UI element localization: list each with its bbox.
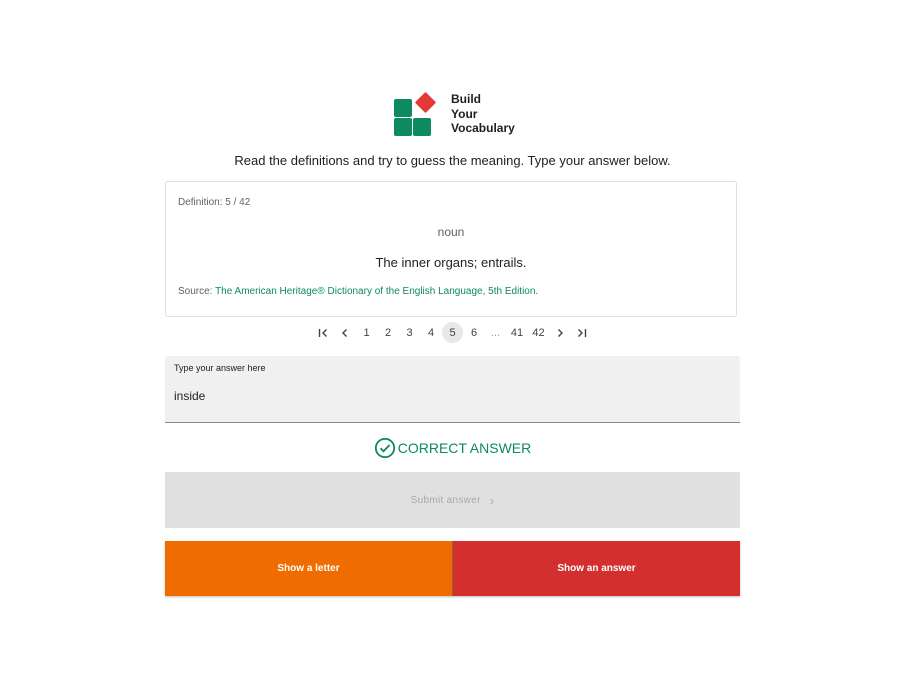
page-ellipsis: ... xyxy=(490,326,501,339)
brand-line-3: Vocabulary xyxy=(451,121,515,135)
part-of-speech: noun xyxy=(437,225,465,239)
show-letter-button[interactable]: Show a letter xyxy=(165,541,452,596)
brand-name: Build Your Vocabulary xyxy=(451,92,515,136)
definition-text: The inner organs; entrails. xyxy=(375,255,527,270)
answer-field[interactable]: Type your answer here inside xyxy=(165,356,740,423)
answer-input[interactable]: inside xyxy=(174,389,205,403)
hint-actions: Show a letter Show an answer xyxy=(165,541,740,596)
page-41[interactable]: 41 xyxy=(506,322,528,343)
page-3[interactable]: 3 xyxy=(399,322,421,343)
page-42[interactable]: 42 xyxy=(528,322,550,343)
definition-source: Source: The American Heritage® Dictionar… xyxy=(178,286,538,297)
page-6[interactable]: 6 xyxy=(463,322,485,343)
answer-label: Type your answer here xyxy=(174,363,266,373)
definition-counter: Definition: 5 / 42 xyxy=(178,197,251,208)
result-message: CORRECT ANSWER xyxy=(0,437,900,459)
page-2[interactable]: 2 xyxy=(377,322,399,343)
source-link[interactable]: The American Heritage® Dictionary of the… xyxy=(215,286,538,297)
brand-line-2: Your xyxy=(451,106,478,121)
show-answer-button[interactable]: Show an answer xyxy=(452,541,740,596)
submit-label: Submit answer xyxy=(410,494,481,506)
page-5-current[interactable]: 5 xyxy=(441,322,464,343)
brand-line-1: Build xyxy=(451,92,481,106)
logo-mark-icon xyxy=(393,91,437,136)
result-text: CORRECT ANSWER xyxy=(397,440,532,456)
instructions-text: Read the definitions and try to guess th… xyxy=(234,153,671,168)
chevron-right-icon: › xyxy=(489,492,495,508)
page-1[interactable]: 1 xyxy=(356,322,378,343)
first-page-icon[interactable] xyxy=(313,322,335,343)
check-circle-icon xyxy=(374,437,395,459)
submit-answer-button[interactable]: Submit answer › xyxy=(165,472,740,528)
definition-card: Definition: 5 / 42 noun The inner organs… xyxy=(165,181,737,317)
previous-page-icon[interactable] xyxy=(334,322,356,343)
brand-logo: Build Your Vocabulary xyxy=(393,91,515,136)
pagination: 1 2 3 4 5 6 ... 41 42 xyxy=(0,322,900,343)
next-page-icon[interactable] xyxy=(549,322,571,343)
source-label: Source: xyxy=(178,286,213,297)
last-page-icon[interactable] xyxy=(571,322,593,343)
page-4[interactable]: 4 xyxy=(420,322,442,343)
